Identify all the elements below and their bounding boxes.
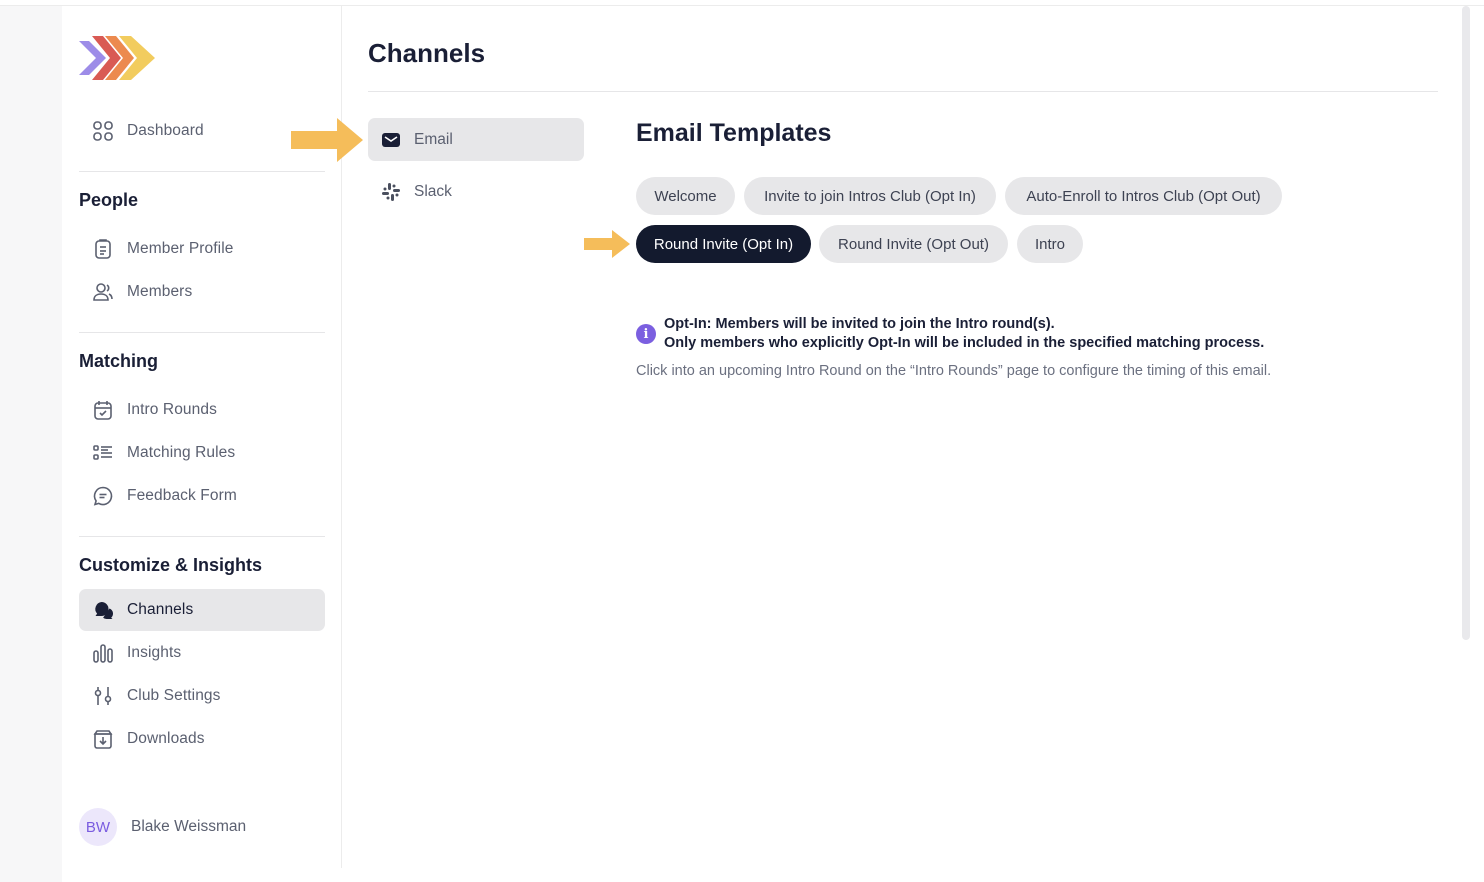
sliders-icon	[92, 685, 114, 707]
chat-bubbles-icon	[92, 599, 114, 621]
template-round-invite-opt-out-button[interactable]: Round Invite (Opt Out)	[819, 225, 1008, 263]
sidebar-item-downloads[interactable]: Downloads	[79, 718, 325, 760]
sidebar-item-label: Channels	[127, 601, 194, 618]
template-auto-enroll-opt-out-button[interactable]: Auto-Enroll to Intros Club (Opt Out)	[1005, 177, 1282, 215]
chat-bubble-icon	[92, 485, 114, 507]
template-welcome-button[interactable]: Welcome	[636, 177, 735, 215]
dashboard-icon	[92, 120, 114, 142]
sidebar-item-label: Members	[127, 283, 193, 300]
sidebar-item-feedback-form[interactable]: Feedback Form	[79, 475, 325, 517]
users-icon	[92, 281, 114, 303]
channel-label: Slack	[414, 182, 452, 200]
sidebar-divider	[79, 332, 325, 333]
channel-slack[interactable]: Slack	[368, 170, 584, 213]
page-scrollbar[interactable]	[1462, 6, 1470, 640]
sidebar-item-insights[interactable]: Insights	[79, 632, 325, 674]
left-gutter	[0, 6, 62, 882]
bar-chart-icon	[92, 642, 114, 664]
download-box-icon	[92, 728, 114, 750]
sidebar-item-label: Club Settings	[127, 687, 221, 704]
info-line-opt-in: Opt-In: Members will be invited to join …	[664, 316, 1055, 332]
info-icon: i	[636, 324, 656, 344]
sidebar-divider	[79, 536, 325, 537]
sidebar-item-label: Insights	[127, 644, 182, 661]
sidebar-item-dashboard[interactable]: Dashboard	[79, 110, 325, 152]
list-icon	[92, 442, 114, 464]
title-divider	[368, 91, 1438, 92]
email-templates-heading: Email Templates	[636, 119, 832, 147]
user-name: Blake Weissman	[131, 818, 247, 835]
channel-label: Email	[414, 130, 453, 148]
user-profile[interactable]: BW Blake Weissman	[79, 808, 246, 846]
sidebar-item-channels[interactable]: Channels	[79, 589, 325, 631]
app-logo[interactable]	[79, 33, 157, 83]
section-title-customize: Customize & Insights	[79, 555, 263, 575]
info-line-explicit: Only members who explicitly Opt-In will …	[664, 335, 1265, 351]
sidebar-divider	[79, 171, 325, 172]
calendar-check-icon	[92, 399, 114, 421]
sidebar-item-label: Downloads	[127, 730, 205, 747]
sidebar-item-intro-rounds[interactable]: Intro Rounds	[79, 389, 325, 431]
sidebar-item-members[interactable]: Members	[79, 271, 325, 313]
section-title-matching: Matching	[79, 351, 158, 371]
channel-email[interactable]: Email	[368, 118, 584, 161]
sidebar-item-label: Member Profile	[127, 240, 234, 257]
template-intro-button[interactable]: Intro	[1017, 225, 1083, 263]
sidebar-item-matching-rules[interactable]: Matching Rules	[79, 432, 325, 474]
sidebar-item-club-settings[interactable]: Club Settings	[79, 675, 325, 717]
slack-icon	[381, 182, 401, 202]
page-title: Channels	[368, 38, 486, 68]
info-note: Click into an upcoming Intro Round on th…	[636, 363, 1272, 379]
sidebar-item-label: Feedback Form	[127, 487, 237, 504]
clipboard-icon	[92, 238, 114, 260]
template-round-invite-opt-in-button[interactable]: Round Invite (Opt In)	[636, 225, 811, 263]
annotation-arrow-icon	[584, 230, 630, 258]
section-title-people: People	[79, 190, 139, 210]
sidebar-item-label: Matching Rules	[127, 444, 236, 461]
sidebar-item-member-profile[interactable]: Member Profile	[79, 228, 325, 270]
sidebar-item-label: Intro Rounds	[127, 401, 217, 418]
annotation-arrow-icon	[291, 118, 363, 162]
envelope-icon	[381, 130, 401, 150]
avatar: BW	[79, 808, 117, 846]
sidebar-item-label: Dashboard	[127, 122, 204, 139]
template-invite-opt-in-button[interactable]: Invite to join Intros Club (Opt In)	[744, 177, 996, 215]
